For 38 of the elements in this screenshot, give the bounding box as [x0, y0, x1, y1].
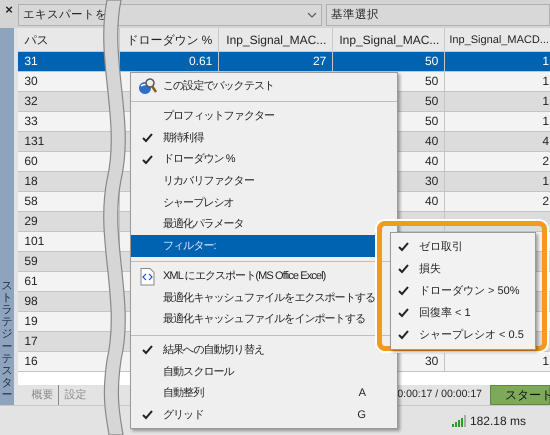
table-cell: 101: [24, 234, 44, 248]
table-cell: 59: [24, 254, 38, 268]
table-cell: 30: [24, 74, 38, 88]
table-cell: 1: [542, 354, 549, 368]
table-cell: 61: [24, 274, 38, 288]
table-cell: 98: [24, 294, 38, 308]
table-cell: 31: [24, 54, 38, 68]
table-cell: 50: [424, 74, 438, 88]
table-cell: 29: [24, 214, 38, 228]
table-cell: 32: [24, 94, 38, 108]
table-cell: 50: [424, 114, 438, 128]
table-cell: 40: [424, 194, 438, 208]
elapsed-time: 0:00:17 / 00:00:17: [397, 387, 482, 402]
table-cell: 1: [542, 174, 549, 188]
table-cell: 40: [424, 154, 438, 168]
table-cell: 19: [24, 314, 38, 328]
table-cell: 4: [542, 134, 549, 148]
table-cell: 131: [24, 134, 44, 148]
ping-time: 182.18 ms: [470, 412, 526, 430]
table-cell: 0.61: [188, 54, 212, 68]
table-cell: 1: [542, 94, 549, 108]
table-cell: 30: [424, 354, 438, 368]
table-cell: 2: [542, 194, 549, 208]
table-cell: 50: [424, 54, 438, 68]
table-cell: 2: [542, 154, 549, 168]
table-cell: 1: [542, 54, 549, 68]
table-cell: 50: [424, 94, 438, 108]
table-cell: 16: [24, 354, 38, 368]
table-cell: 33: [24, 114, 38, 128]
table-cell: 60: [24, 154, 38, 168]
table-cell: 30: [424, 174, 438, 188]
table-cell: 40: [424, 134, 438, 148]
table-cell: 1: [542, 74, 549, 88]
table-cell: 1: [542, 114, 549, 128]
table-cell: 58: [24, 194, 38, 208]
table-cell: 18: [24, 174, 38, 188]
table-cell: 17: [24, 334, 38, 348]
table-cell: 27: [312, 54, 326, 68]
